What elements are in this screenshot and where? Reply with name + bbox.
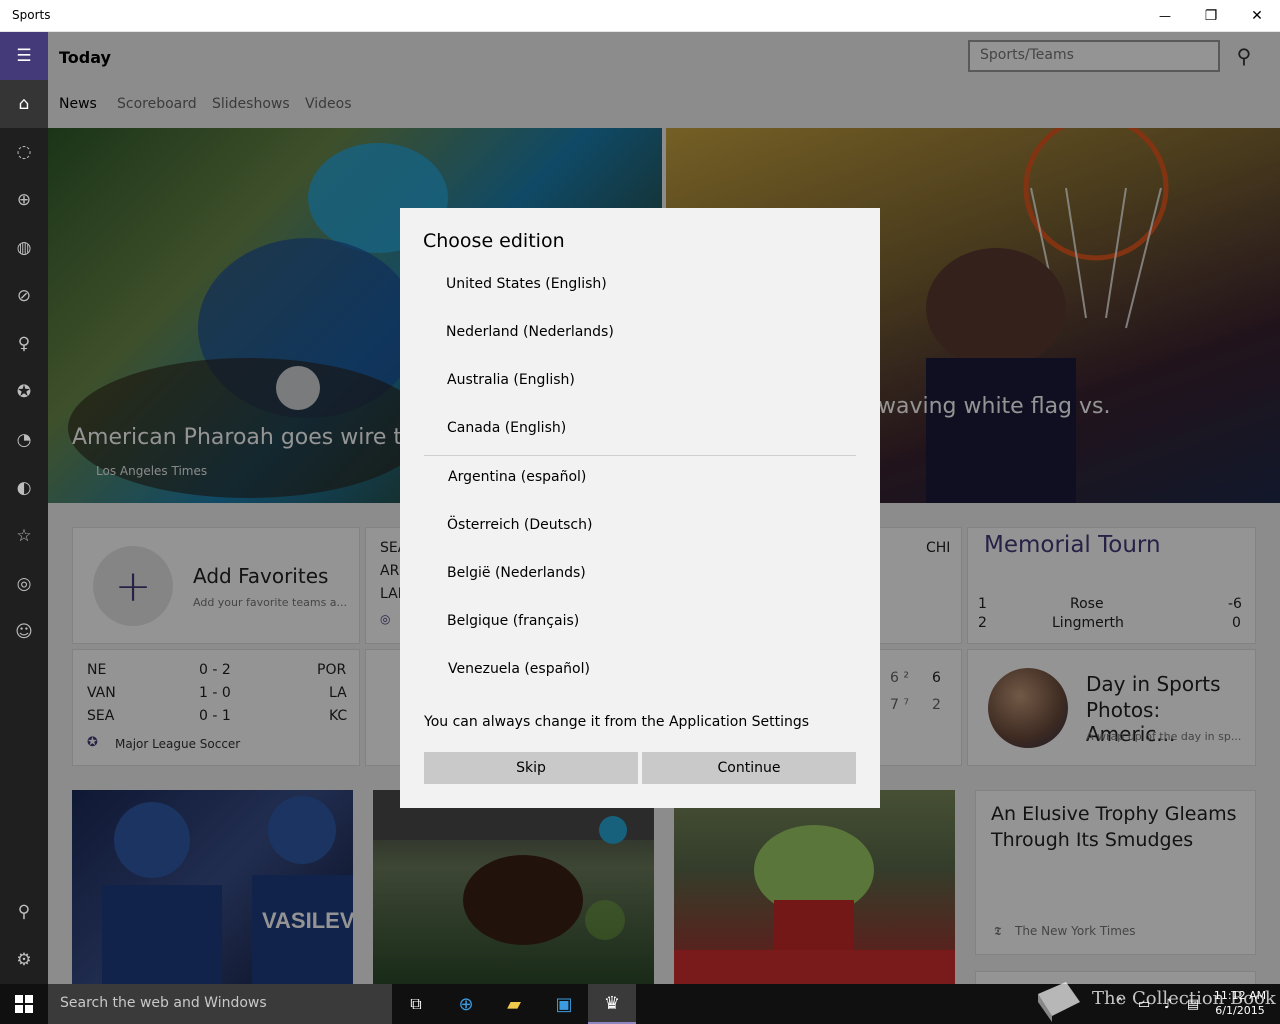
edition-option[interactable]: Belgique (français) [447, 613, 579, 629]
sidebar-item-football[interactable]: ◌ [0, 128, 48, 176]
sidebar-item-basketball[interactable]: ⊕ [0, 176, 48, 224]
choose-edition-dialog: Choose edition United States (English) N… [400, 208, 880, 808]
edition-option[interactable]: Canada (English) [447, 420, 566, 436]
maximize-button[interactable]: ❐ [1188, 0, 1234, 32]
soccer-icon: ✪ [16, 382, 32, 402]
sidebar: ☰ ⌂ ◌ ⊕ ◍ ⊘ ♀ ✪ ◔ ◐ ☆ ◎ ☺ ⚲ ⚙ [0, 32, 48, 984]
home-icon: ⌂ [18, 94, 30, 114]
title-bar: Sports — ❐ ✕ [0, 0, 1280, 32]
edition-option[interactable]: Argentina (español) [448, 469, 586, 485]
racing-icon: ◐ [16, 478, 32, 498]
window-title: Sports [12, 8, 51, 22]
fun-smiley-icon: ☺ [15, 622, 33, 642]
restore-icon: ❐ [1204, 8, 1218, 24]
folder-icon: ▰ [507, 993, 521, 1015]
edition-option[interactable]: Nederland (Nederlands) [446, 324, 614, 340]
sidebar-item-golf[interactable]: ♀ [0, 320, 48, 368]
favorites-star-icon: ☆ [16, 526, 32, 546]
sports-globe-icon: ◎ [16, 574, 32, 594]
sidebar-hamburger[interactable]: ☰ [0, 32, 48, 80]
dialog-divider [424, 455, 856, 456]
sidebar-item-account[interactable]: ⚲ [0, 888, 48, 936]
sidebar-item-racing[interactable]: ◐ [0, 464, 48, 512]
trophy-icon: ♛ [603, 992, 621, 1014]
globe-icon: ⊕ [458, 993, 474, 1015]
sidebar-item-fun[interactable]: ☺ [0, 608, 48, 656]
basketball-icon: ⊕ [16, 190, 32, 210]
windows-logo-icon [15, 995, 33, 1013]
watermark: The Collection Book [1030, 976, 1280, 1024]
sidebar-item-tennis[interactable]: ◔ [0, 416, 48, 464]
sidebar-item-soccer[interactable]: ✪ [0, 368, 48, 416]
watermark-text: The Collection Book [1092, 988, 1276, 1009]
minimize-button[interactable]: — [1142, 0, 1188, 32]
hockey-icon: ⊘ [16, 286, 32, 306]
sidebar-item-settings[interactable]: ⚙ [0, 936, 48, 984]
task-view-button[interactable]: ⧉ [392, 984, 440, 1024]
tennis-icon: ◔ [16, 430, 32, 450]
edition-option[interactable]: United States (English) [446, 276, 607, 292]
settings-gear-icon: ⚙ [16, 950, 32, 970]
edition-option[interactable]: België (Nederlands) [447, 565, 586, 581]
sidebar-item-sports[interactable]: ◎ [0, 560, 48, 608]
close-button[interactable]: ✕ [1234, 0, 1280, 32]
sidebar-item-home[interactable]: ⌂ [0, 80, 48, 128]
close-icon: ✕ [1251, 8, 1263, 24]
task-view-icon: ⧉ [410, 994, 422, 1013]
store-taskbar-button[interactable]: ▣ [540, 984, 588, 1024]
start-button[interactable] [0, 984, 48, 1024]
dialog-title: Choose edition [423, 230, 565, 252]
continue-button[interactable]: Continue [642, 752, 856, 784]
taskbar-search-input[interactable]: Search the web and Windows [48, 984, 392, 1024]
edition-option[interactable]: Österreich (Deutsch) [447, 517, 592, 533]
minimize-icon: — [1159, 9, 1171, 23]
hamburger-icon: ☰ [16, 46, 32, 66]
golf-icon: ♀ [17, 334, 31, 354]
baseball-icon: ◍ [16, 238, 32, 258]
football-icon: ◌ [16, 142, 32, 162]
book-watermark-icon [1038, 982, 1080, 1022]
sports-taskbar-button[interactable]: ♛ [588, 984, 636, 1024]
sidebar-item-hockey[interactable]: ⊘ [0, 272, 48, 320]
edition-option[interactable]: Australia (English) [447, 372, 575, 388]
edition-option[interactable]: Venezuela (español) [448, 661, 590, 677]
browser-taskbar-button[interactable]: ⊕ [442, 984, 490, 1024]
account-icon: ⚲ [17, 902, 31, 922]
store-icon: ▣ [555, 993, 573, 1015]
skip-button[interactable]: Skip [424, 752, 638, 784]
sidebar-item-favorites[interactable]: ☆ [0, 512, 48, 560]
file-explorer-taskbar-button[interactable]: ▰ [490, 984, 538, 1024]
sidebar-item-baseball[interactable]: ◍ [0, 224, 48, 272]
dialog-note: You can always change it from the Applic… [424, 714, 810, 730]
